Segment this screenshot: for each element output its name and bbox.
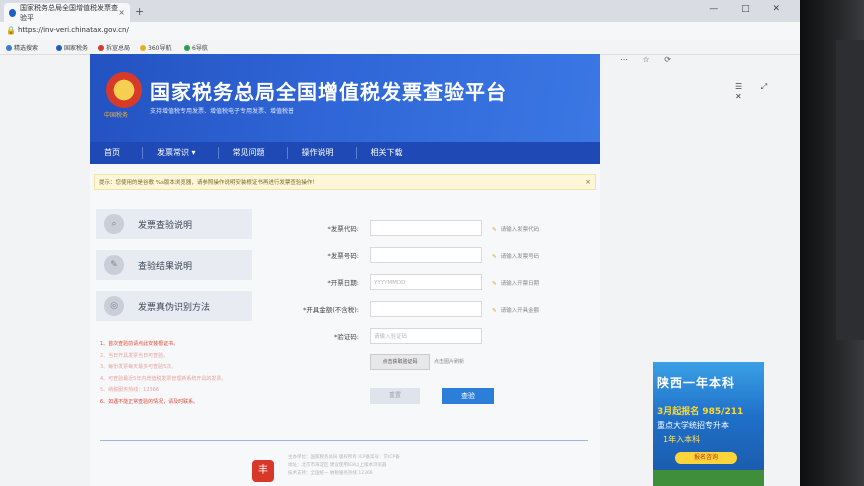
web-page: 中国税务 国家税务总局全国增值税发票查验平台 支持增值税专用发票、增值税电子专用… [90,54,600,486]
menu-controls[interactable]: ☰ ⤢ ✕ [735,82,800,101]
invoice-number-input[interactable] [370,247,482,263]
ad-consult-button[interactable]: 报名咨询 [675,452,737,464]
ad-line: 重点大学统招专升本 [657,421,729,430]
bookmark-icon [6,44,12,51]
invoice-code-input[interactable] [370,220,482,236]
pencil-icon: ✎ [492,227,497,233]
captcha-refresh-hint: 点击图片刷新 [434,359,465,365]
note-item: 5、纳税服务热线：12366 [100,387,160,393]
main-nav: 首页 发票常识 ▾ 常见问题 操作说明 相关下载 [90,142,600,164]
sidebar-item-label: 查验结果说明 [138,261,193,272]
nav-downloads[interactable]: 相关下载 [357,147,425,159]
bookmark-item[interactable]: 360导航 [140,43,171,52]
invoice-number-label: *发票号码: [327,252,359,260]
footer-logo-icon: 丰 [252,460,274,482]
bookmark-icon [98,44,104,51]
pencil-icon: ✎ [104,255,124,275]
sidebar-item-label: 发票真伪识别方法 [138,302,211,313]
notes-list: 1、首次查验前请点此安装根证书。 2、当日开具发票当日可查验。 3、每份发票每天最多… [100,339,226,408]
sidebar-item-authenticity-methods[interactable]: ◎ 发票真伪识别方法 [96,291,252,321]
bookmark-item[interactable]: 6导航 [184,43,208,52]
nav-home[interactable]: 首页 [90,147,143,159]
notice-text: 提示：您使用的是谷歌 %s版本浏览器，请参照操作说明安装根证书再进行发票查验操作… [99,180,318,186]
pencil-icon: ✎ [492,254,497,260]
note-item: 6、如遇不能正常查验的情况，请及时联系。 [100,398,199,405]
bookmark-icon [140,44,146,51]
pencil-icon: ✎ [492,308,497,314]
background-wall [836,40,864,340]
monitor-screen: 国家税务总局全国增值税发票查验平 × + — □ ✕ 🔒 https://inv… [0,0,800,486]
tax-emblem-icon [106,72,142,108]
ad-decoration [653,470,764,486]
invoice-date-hint: ✎ 请输入开票日期 [492,281,540,287]
notice-close-icon[interactable]: × [585,178,591,186]
address-bar[interactable]: 🔒 https://inv-veri.chinatax.gov.cn/ [0,22,800,41]
bookmark-icon [56,44,62,51]
close-tab-icon[interactable]: × [118,8,125,17]
nav-invoice-knowledge[interactable]: 发票常识 ▾ [143,147,219,159]
note-item: 2、当日开具发票当日可查验。 [100,352,169,359]
note-item: 3、每份发票每天最多可查验5次。 [100,364,177,370]
bookmark-item[interactable]: 精选搜索 [6,43,38,52]
lock-icon: 🔒 [6,26,16,35]
bookmark-item[interactable]: 国家税务 [56,43,88,52]
page-title: 国家税务总局全国增值税发票查验平台 [150,80,507,104]
footer-text: 主办单位：国家税务总局 版权所有 ICP备案号：京ICP备 地址：北京市海淀区 … [288,455,400,476]
shield-icon: ◎ [104,296,124,316]
browser-tab[interactable]: 国家税务总局全国增值税发票查验平 × [4,3,130,22]
ad-line: 1年入本科 [663,435,701,444]
page-subtitle: 支持增值税专用发票、增值税电子专用发票、增值税普 [150,108,295,115]
window-controls[interactable]: — □ ✕ [709,4,790,14]
browser-tab-bar: 国家税务总局全国增值税发票查验平 × + — □ ✕ [0,0,800,22]
invoice-amount-label: *开具金额(不含税): [302,306,359,314]
bookmarks-bar: 精选搜索 国家税务 拆宣总局 360导航 6导航 ☰ ⤢ ✕ [0,40,800,101]
invoice-code-label: *发票代码: [327,225,359,233]
bookmark-item[interactable]: 拆宣总局 [98,43,130,52]
invoice-number-hint: ✎ 请输入发票号码 [492,254,540,260]
note-item: 4、可查验最近5年内增值税发票管理新系统开具的发票。 [100,375,227,382]
emblem-caption: 中国税务 [104,112,129,119]
invoice-amount-hint: ✎ 请输入开具金额 [492,308,540,314]
sidebar-item-verify-guide[interactable]: ⌕ 发票查验说明 [96,209,252,239]
pencil-icon: ✎ [492,281,497,287]
ad-line: 3月起报名 985/211 [657,407,744,417]
captcha-image-button[interactable]: 点击获取验证码 [370,354,430,370]
check-button[interactable]: 查验 [442,388,494,404]
captcha-input[interactable]: 请输入验证码 [370,328,482,344]
footer-divider [100,440,588,441]
header-banner: 中国税务 国家税务总局全国增值税发票查验平台 支持增值税专用发票、增值税电子专用… [90,54,600,142]
sidebar-item-result-guide[interactable]: ✎ 查验结果说明 [96,250,252,280]
bookmark-icon [184,44,190,51]
invoice-amount-input[interactable] [370,301,482,317]
advertisement-banner[interactable]: 陕西一年本科 3月起报名 985/211 重点大学统招专升本 1年入本科 报名咨… [653,362,764,486]
nav-faq[interactable]: 常见问题 [219,147,288,159]
tab-title: 国家税务总局全国增值税发票查验平 [20,3,119,22]
captcha-label: *验证码: [334,333,359,341]
invoice-date-label: *开票日期: [327,279,359,287]
reset-button[interactable]: 重置 [370,388,420,404]
url-text[interactable]: https://inv-veri.chinatax.gov.cn/ [18,26,129,34]
magnifier-icon: ⌕ [104,214,124,234]
invoice-code-hint: ✎ 请输入发票代码 [492,227,540,233]
ad-title: 陕西一年本科 [657,376,736,390]
new-tab-button[interactable]: + [135,5,144,18]
browser-tools-icon[interactable]: ⋯ ☆ ⟳ [620,55,677,64]
site-favicon-icon [9,8,17,17]
invoice-date-input[interactable]: YYYYMMDD [370,274,482,290]
notice-bar: 提示：您使用的是谷歌 %s版本浏览器，请参照操作说明安装根证书再进行发票查验操作… [94,174,596,190]
note-item[interactable]: 1、首次查验前请点此安装根证书。 [100,339,226,351]
sidebar-item-label: 发票查验说明 [138,220,193,231]
nav-instructions[interactable]: 操作说明 [288,147,357,159]
